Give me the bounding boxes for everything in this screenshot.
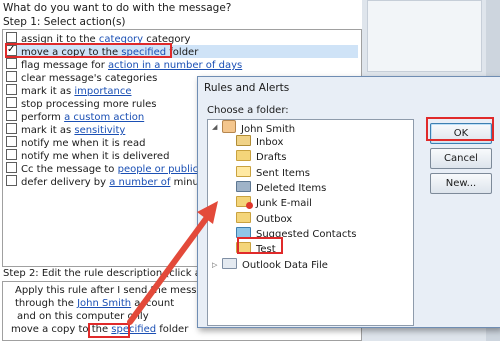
- folder-tree: ◢ John Smith Inbox Drafts Sent Items Delete…: [207, 119, 414, 326]
- action-checkbox[interactable]: [6, 110, 17, 121]
- cancel-button[interactable]: Cancel: [430, 148, 492, 169]
- tree-item-label: Drafts: [256, 152, 287, 164]
- tree-item-inbox[interactable]: Inbox: [236, 135, 283, 149]
- action-link[interactable]: importance: [74, 86, 131, 97]
- step1-label: Step 1: Select action(s): [3, 16, 126, 28]
- tree-item-label: Outbox: [256, 213, 293, 225]
- specified-link-highlight: [88, 323, 130, 338]
- expand-arrow-icon[interactable]: ▷: [212, 261, 217, 269]
- drafts-icon: [236, 150, 251, 162]
- wizard-prompt: What do you want to do with the message?: [3, 2, 232, 14]
- action-item[interactable]: flag message for action in a number of d…: [6, 58, 358, 71]
- background-thumbnail: [367, 0, 482, 72]
- junk-email-icon: [236, 196, 253, 210]
- action-text: notify me when it is delivered: [21, 151, 170, 162]
- tree-item-outbox[interactable]: Outbox: [236, 211, 293, 226]
- action-checkbox[interactable]: [6, 149, 17, 160]
- dialog-title: Rules and Alerts: [204, 82, 290, 94]
- data-file-icon: [222, 258, 237, 269]
- rules-and-alerts-dialog: Rules and Alerts Choose a folder: ◢ John…: [197, 76, 500, 328]
- action-text: mark it as: [21, 125, 75, 136]
- action-checkbox[interactable]: [6, 84, 17, 95]
- tree-item-drafts[interactable]: Drafts: [236, 150, 286, 164]
- deleted-items-icon: [236, 180, 251, 192]
- desc-line-4-suffix: folder: [156, 324, 189, 335]
- action-text: Cc the message to: [21, 164, 118, 175]
- tree-item-label: Outlook Data File: [242, 260, 328, 271]
- action-text: notify me when it is read: [21, 138, 146, 149]
- action-checkbox[interactable]: [6, 58, 17, 69]
- tree-item-label: Inbox: [256, 137, 284, 148]
- choose-folder-label: Choose a folder:: [207, 105, 289, 116]
- action-checkbox[interactable]: [6, 136, 17, 147]
- desc-line-2: through the John Smith account: [15, 298, 174, 309]
- action-checkbox[interactable]: [6, 162, 17, 173]
- action-checkbox[interactable]: [6, 32, 17, 43]
- selected-action-highlight: [5, 43, 172, 58]
- new-folder-button[interactable]: New...: [430, 173, 492, 194]
- tree-item-label: Deleted Items: [256, 182, 327, 194]
- tree-root-label: John Smith: [241, 124, 296, 135]
- action-link[interactable]: sensitivity: [74, 125, 125, 136]
- action-text: clear message's categories: [21, 73, 158, 84]
- desc-line-1: Apply this rule after I send the message: [15, 285, 216, 296]
- action-link[interactable]: a number of: [109, 177, 170, 188]
- account-link[interactable]: John Smith: [77, 298, 131, 309]
- action-text: flag message for: [21, 60, 109, 71]
- action-checkbox[interactable]: [6, 97, 17, 108]
- user-icon: [222, 120, 236, 133]
- tree-item-outlook-data-file[interactable]: Outlook Data File: [222, 258, 328, 272]
- action-checkbox[interactable]: [6, 71, 17, 82]
- inbox-icon: [236, 135, 251, 146]
- tree-item-label: Junk E-mail: [256, 198, 312, 210]
- action-text: stop processing more rules: [21, 99, 157, 110]
- collapse-arrow-icon[interactable]: ◢: [212, 123, 217, 131]
- tree-item-label: Sent Items: [256, 167, 310, 179]
- tree-item-sent-items[interactable]: Sent Items: [236, 165, 310, 180]
- tree-item-deleted-items[interactable]: Deleted Items: [236, 180, 327, 195]
- outbox-icon: [236, 211, 251, 223]
- action-checkbox[interactable]: [6, 123, 17, 134]
- action-text: defer delivery by: [21, 177, 110, 188]
- action-link[interactable]: a custom action: [64, 112, 144, 123]
- desc-line-2-suffix: account: [131, 298, 175, 309]
- tree-item-junk-e-mail[interactable]: Junk E-mail: [236, 196, 312, 210]
- action-text: mark it as: [21, 86, 75, 97]
- sent-items-icon: [236, 165, 251, 177]
- tree-root-account[interactable]: John Smith: [222, 120, 296, 135]
- desc-line-3: and on this computer only: [17, 311, 149, 322]
- desc-line-2-prefix: through the: [15, 298, 78, 309]
- ok-button-highlight: [426, 117, 494, 141]
- action-text: perform: [21, 112, 65, 123]
- test-folder-highlight: [237, 237, 283, 254]
- action-checkbox[interactable]: [6, 175, 17, 186]
- action-link[interactable]: action in a number of days: [108, 60, 242, 71]
